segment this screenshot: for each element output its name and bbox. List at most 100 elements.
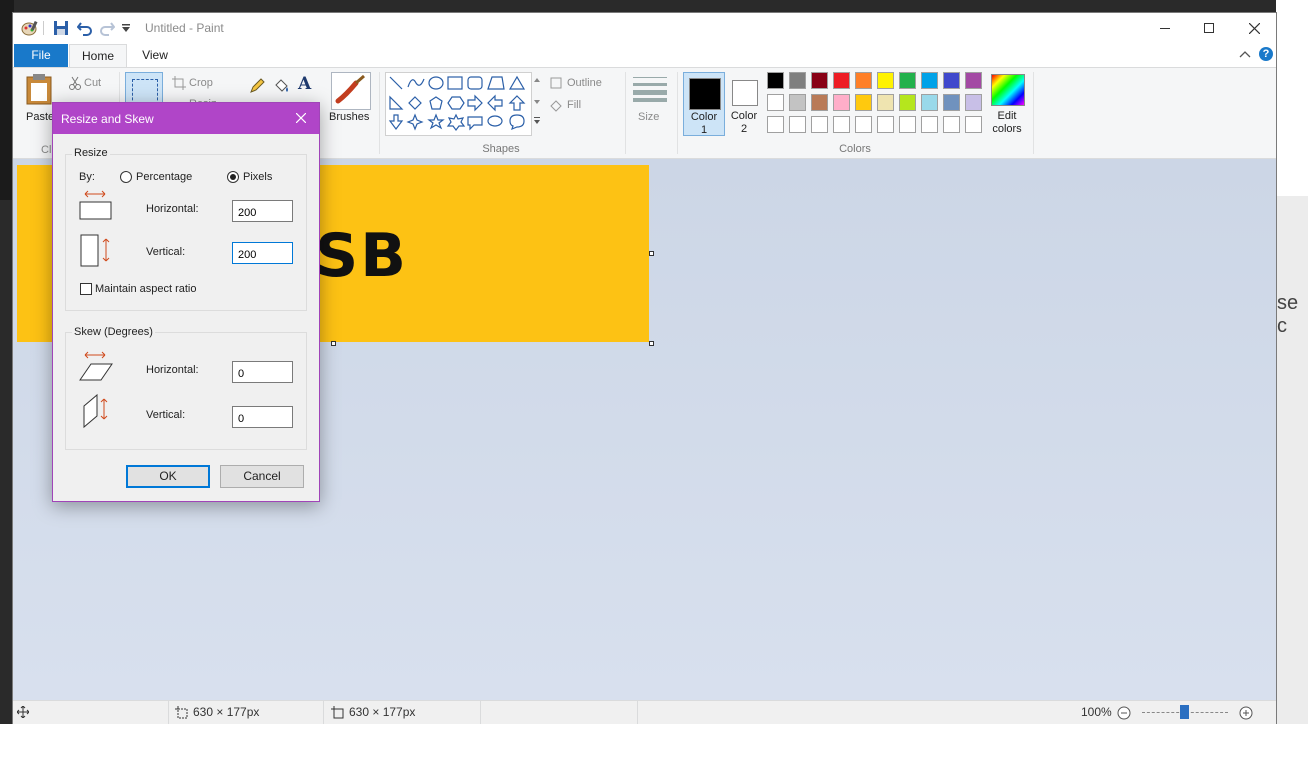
undo-icon[interactable] [77,20,93,36]
percentage-label[interactable]: Percentage [136,171,192,183]
shapes-scroll[interactable] [531,72,542,136]
redo-icon[interactable] [99,20,115,36]
tab-view[interactable]: View [131,44,179,67]
maintain-aspect-ratio-checkbox[interactable] [80,283,92,295]
pixels-radio[interactable] [227,171,239,183]
collapse-ribbon-icon[interactable] [1239,48,1251,62]
pixels-label[interactable]: Pixels [243,171,272,183]
resize-vertical-label: Vertical: [146,246,186,258]
percentage-radio[interactable] [120,171,132,183]
dialog-close-button[interactable] [283,103,319,134]
palette-swatch[interactable] [855,94,872,111]
custom-color-swatch[interactable] [833,116,850,133]
size-button[interactable]: Size [638,111,659,123]
fill-with-color-icon[interactable] [273,78,289,97]
close-button[interactable] [1231,13,1277,43]
maintain-aspect-ratio-label[interactable]: Maintain aspect ratio [95,283,197,295]
tab-home[interactable]: Home [69,44,127,67]
shapes-gallery[interactable] [385,72,541,136]
selection-size: 630 × 177px [193,705,260,719]
separator [677,72,678,154]
palette-swatch[interactable] [899,72,916,89]
palette-swatch[interactable] [833,72,850,89]
outline-icon[interactable] [549,76,563,93]
palette-swatch[interactable] [877,94,894,111]
separator [625,72,626,154]
brushes-button[interactable]: Brushes [329,111,369,123]
palette-swatch[interactable] [943,94,960,111]
palette-swatch[interactable] [811,72,828,89]
custom-color-swatch[interactable] [789,116,806,133]
resize-horizontal-input[interactable] [232,200,293,222]
edit-colors-icon[interactable] [991,74,1025,106]
maximize-button[interactable] [1186,13,1232,43]
separator [480,701,481,724]
custom-color-swatch[interactable] [855,116,872,133]
zoom-slider-thumb[interactable] [1180,705,1189,719]
resize-vertical-input[interactable] [232,242,293,264]
skew-horizontal-icon [79,350,113,385]
image-text: SB [315,221,408,291]
palette-swatch[interactable] [855,72,872,89]
palette-swatch[interactable] [899,94,916,111]
paste-button[interactable]: Paste [26,111,54,123]
palette-swatch[interactable] [965,94,982,111]
crop-button[interactable]: Crop [189,77,213,89]
brushes-icon[interactable] [331,72,371,110]
tab-file[interactable]: File [14,44,68,67]
zoom-in-button[interactable] [1239,706,1253,723]
cancel-button[interactable]: Cancel [220,465,304,488]
skew-vertical-label: Vertical: [146,409,186,421]
outline-button[interactable]: Outline [567,77,602,89]
crop-icon[interactable] [172,76,186,93]
cut-icon[interactable] [68,76,82,93]
edit-colors-button[interactable]: Edit colors [985,110,1029,136]
colors-group-label: Colors [839,143,871,155]
custom-color-swatch[interactable] [811,116,828,133]
palette-swatch[interactable] [767,72,784,89]
palette-swatch[interactable] [789,72,806,89]
resize-handle-right[interactable] [649,251,654,256]
resize-horizontal-icon [79,189,113,224]
color2-button[interactable]: Color 2 [727,72,761,136]
skew-vertical-input[interactable] [232,406,293,428]
custom-color-swatch[interactable] [921,116,938,133]
palette-swatch[interactable] [877,72,894,89]
separator [379,72,380,154]
zoom-out-button[interactable] [1117,706,1131,723]
ok-button[interactable]: OK [126,465,210,488]
palette-swatch[interactable] [943,72,960,89]
minimize-button[interactable] [1142,13,1188,43]
skew-horizontal-input[interactable] [232,361,293,383]
cut-button[interactable]: Cut [84,77,101,89]
resize-vertical-icon [79,233,113,272]
image-size-icon [331,706,344,722]
customize-quick-access-icon[interactable] [121,20,131,36]
resize-handle-corner[interactable] [649,341,654,346]
paint-app-icon[interactable] [21,20,39,36]
text-tool-icon[interactable]: A [298,74,311,94]
skew-group-label: Skew (Degrees) [72,326,155,338]
palette-swatch[interactable] [789,94,806,111]
custom-color-swatch[interactable] [965,116,982,133]
paste-icon[interactable] [25,73,53,108]
palette-swatch[interactable] [811,94,828,111]
custom-color-swatch[interactable] [899,116,916,133]
palette-swatch[interactable] [921,72,938,89]
size-icon[interactable] [633,76,667,105]
pencil-icon[interactable] [249,78,265,97]
fill-icon[interactable] [549,98,563,115]
save-icon[interactable] [53,20,69,36]
palette-swatch[interactable] [767,94,784,111]
fill-button[interactable]: Fill [567,99,581,111]
palette-swatch[interactable] [965,72,982,89]
image-size: 630 × 177px [349,705,416,719]
color1-button[interactable]: Color 1 [683,72,725,136]
custom-color-swatch[interactable] [767,116,784,133]
help-icon[interactable]: ? [1259,47,1273,61]
palette-swatch[interactable] [833,94,850,111]
resize-handle-bottom[interactable] [331,341,336,346]
custom-color-swatch[interactable] [943,116,960,133]
palette-swatch[interactable] [921,94,938,111]
custom-color-swatch[interactable] [877,116,894,133]
